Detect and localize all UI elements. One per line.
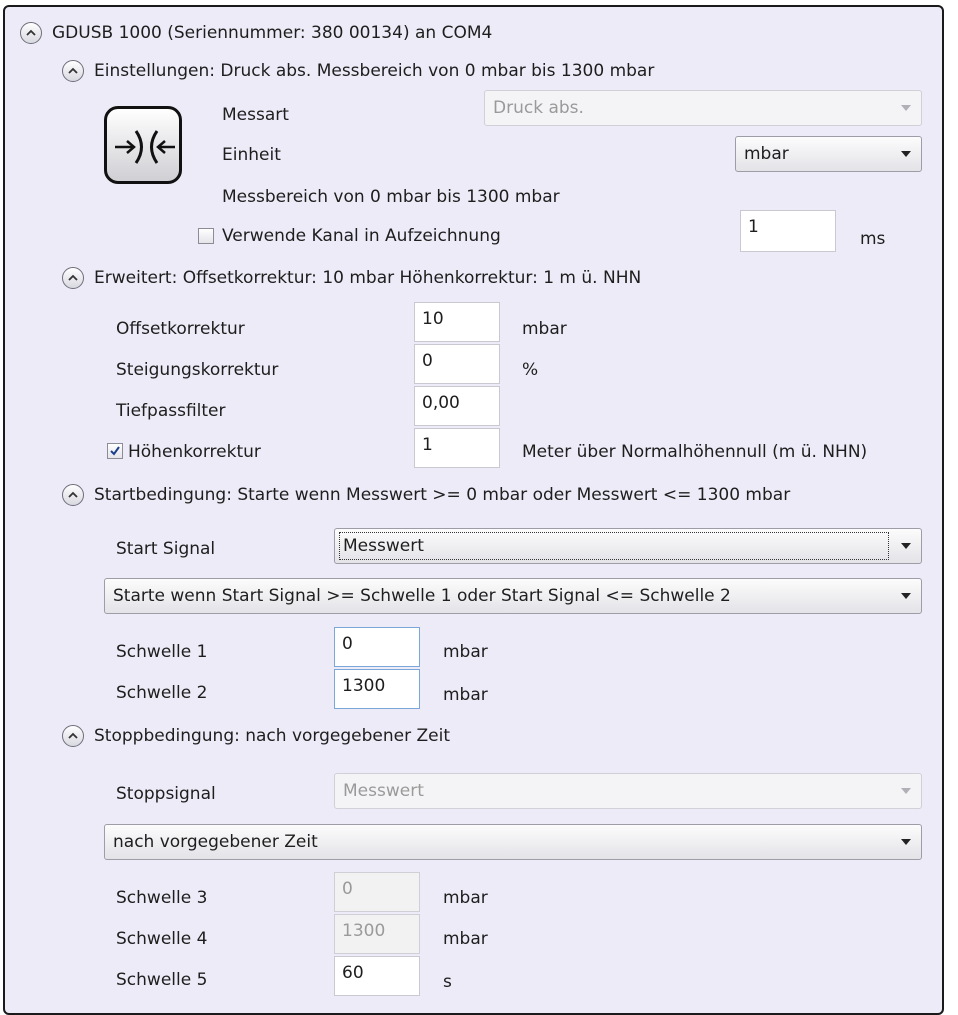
chevron-down-icon [901, 105, 911, 111]
unit-select[interactable]: mbar [735, 136, 922, 172]
use-channel-checkbox[interactable] [198, 228, 214, 244]
unit-label: Einheit [222, 145, 281, 165]
measure-type-select[interactable]: Druck abs. [484, 90, 922, 126]
focus-rectangle [339, 532, 889, 560]
altitude-input[interactable]: 1 [414, 428, 500, 468]
threshold5-label: Schwelle 5 [116, 970, 208, 990]
threshold1-unit: mbar [443, 642, 488, 662]
stop-signal-label: Stoppsignal [116, 784, 216, 804]
settings-header: Einstellungen: Druck abs. Messbereich vo… [94, 61, 655, 81]
threshold2-input[interactable]: 1300 [334, 669, 420, 709]
interval-input[interactable]: 1 [740, 210, 836, 252]
threshold1-label: Schwelle 1 [116, 642, 208, 662]
stop-signal-value: Messwert [343, 781, 424, 801]
threshold1-input[interactable]: 0 [334, 627, 420, 667]
threshold4-unit: mbar [443, 929, 488, 949]
start-condition-value: Starte wenn Start Signal >= Schwelle 1 o… [113, 586, 731, 606]
collapse-stop-icon[interactable] [62, 725, 84, 747]
start-signal-label: Start Signal [116, 539, 216, 559]
threshold3-input[interactable]: 0 [334, 872, 420, 912]
altitude-label: Höhenkorrektur [128, 442, 261, 462]
stop-signal-select[interactable]: Messwert [334, 773, 922, 809]
slope-unit: % [522, 360, 539, 380]
offset-unit: mbar [522, 319, 567, 339]
range-text: Messbereich von 0 mbar bis 1300 mbar [222, 187, 560, 207]
device-title: GDUSB 1000 (Seriennummer: 380 00134) an … [52, 23, 493, 43]
collapse-device-icon[interactable] [20, 22, 42, 44]
advanced-header: Erweitert: Offsetkorrektur: 10 mbar Höhe… [94, 268, 642, 288]
start-header: Startbedingung: Starte wenn Messwert >= … [94, 485, 791, 505]
threshold2-label: Schwelle 2 [116, 683, 208, 703]
pressure-sensor-icon [104, 106, 182, 184]
threshold5-unit: s [443, 972, 452, 992]
offset-label: Offsetkorrektur [116, 319, 245, 339]
threshold3-unit: mbar [443, 888, 488, 908]
interval-unit: ms [860, 229, 886, 249]
altitude-unit: Meter über Normalhöhennull (m ü. NHN) [522, 442, 868, 462]
collapse-start-icon[interactable] [62, 484, 84, 506]
chevron-down-icon [901, 543, 911, 549]
altitude-checkbox[interactable] [107, 443, 123, 459]
lowpass-input[interactable]: 0,00 [414, 386, 500, 426]
slope-label: Steigungskorrektur [116, 360, 279, 380]
stop-header: Stoppbedingung: nach vorgegebener Zeit [94, 726, 450, 746]
threshold2-unit: mbar [443, 685, 488, 705]
lowpass-label: Tiefpassfilter [116, 401, 226, 421]
threshold4-label: Schwelle 4 [116, 929, 208, 949]
chevron-down-icon [901, 151, 911, 157]
chevron-down-icon [901, 593, 911, 599]
checkmark-icon [110, 446, 120, 456]
chevron-down-icon [901, 788, 911, 794]
stop-condition-select[interactable]: nach vorgegebener Zeit [104, 824, 922, 860]
measure-type-label: Messart [222, 105, 289, 125]
start-condition-select[interactable]: Starte wenn Start Signal >= Schwelle 1 o… [104, 578, 922, 614]
collapse-advanced-icon[interactable] [62, 267, 84, 289]
collapse-settings-icon[interactable] [62, 60, 84, 82]
unit-value: mbar [744, 144, 789, 164]
stop-condition-value: nach vorgegebener Zeit [113, 832, 318, 852]
measure-type-value: Druck abs. [493, 98, 584, 118]
slope-input[interactable]: 0 [414, 344, 500, 384]
start-signal-select[interactable]: Messwert [334, 528, 922, 564]
threshold3-label: Schwelle 3 [116, 888, 208, 908]
offset-input[interactable]: 10 [414, 302, 500, 342]
chevron-down-icon [901, 839, 911, 845]
use-channel-label: Verwende Kanal in Aufzeichnung [222, 226, 501, 246]
threshold5-input[interactable]: 60 [334, 956, 420, 996]
threshold4-input[interactable]: 1300 [334, 914, 420, 954]
